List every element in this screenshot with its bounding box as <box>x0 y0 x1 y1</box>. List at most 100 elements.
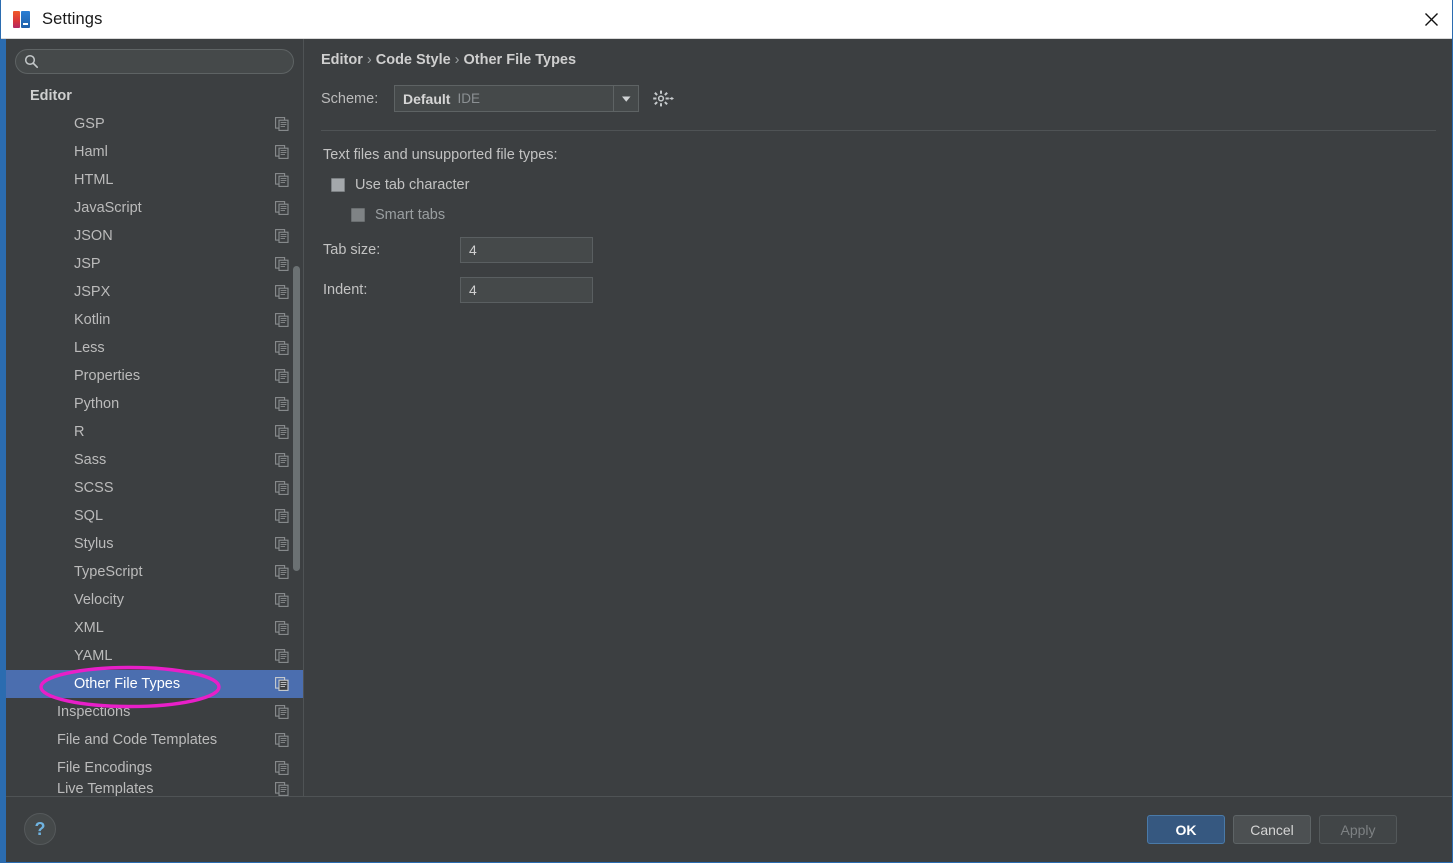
checkbox-label: Use tab character <box>355 177 470 193</box>
search-input[interactable] <box>39 51 293 72</box>
sidebar-item-python[interactable]: Python <box>6 390 303 418</box>
sidebar-item-properties[interactable]: Properties <box>6 362 303 390</box>
sidebar-item-jspx[interactable]: JSPX <box>6 278 303 306</box>
copy-scheme-icon[interactable] <box>275 677 289 691</box>
sidebar-item-label: Editor <box>30 88 72 104</box>
copy-scheme-icon[interactable] <box>275 425 289 439</box>
copy-scheme-icon[interactable] <box>275 593 289 607</box>
copy-scheme-icon[interactable] <box>275 229 289 243</box>
field-row: Tab size: <box>323 237 1452 263</box>
apply-button: Apply <box>1319 815 1397 844</box>
copy-scheme-icon[interactable] <box>275 453 289 467</box>
copy-scheme-icon[interactable] <box>275 313 289 327</box>
section-title: Text files and unsupported file types: <box>323 147 558 163</box>
copy-scheme-icon[interactable] <box>275 201 289 215</box>
sidebar-item-typescript[interactable]: TypeScript <box>6 558 303 586</box>
breadcrumb-separator: › <box>454 52 460 68</box>
sidebar-item-label: HTML <box>74 172 114 188</box>
sidebar-item-label: JSP <box>74 256 101 272</box>
scrollbar-thumb[interactable] <box>293 266 300 571</box>
copy-scheme-icon[interactable] <box>275 341 289 355</box>
checkbox-box <box>351 208 365 222</box>
scheme-value: Default <box>403 90 451 107</box>
copy-scheme-icon[interactable] <box>275 761 289 775</box>
copy-scheme-icon[interactable] <box>275 173 289 187</box>
sidebar-item-yaml[interactable]: YAML <box>6 642 303 670</box>
checkbox-box[interactable] <box>331 178 345 192</box>
sidebar-item-jsp[interactable]: JSP <box>6 250 303 278</box>
sidebar-item-other-file-types[interactable]: Other File Types <box>6 670 303 698</box>
sidebar-item-label: Stylus <box>74 536 114 552</box>
copy-scheme-icon[interactable] <box>275 145 289 159</box>
copy-scheme-icon[interactable] <box>275 397 289 411</box>
sidebar-item-stylus[interactable]: Stylus <box>6 530 303 558</box>
field-label: Indent: <box>323 282 368 298</box>
sidebar-item-label: Kotlin <box>74 312 111 328</box>
sidebar-item-label: JSPX <box>74 284 111 300</box>
copy-scheme-icon[interactable] <box>275 509 289 523</box>
window-title: Settings <box>42 9 103 28</box>
sidebar-item-editor[interactable]: Editor <box>6 82 303 110</box>
breadcrumb-item[interactable]: Other File Types <box>464 52 577 68</box>
scheme-scope: IDE <box>457 91 480 106</box>
sidebar-item-label: File Encodings <box>57 760 153 776</box>
copy-scheme-icon[interactable] <box>275 537 289 551</box>
copy-scheme-icon[interactable] <box>275 369 289 383</box>
help-label: ? <box>34 819 46 839</box>
breadcrumb-item[interactable]: Code Style <box>376 52 451 68</box>
field-group: Tab size: Indent: <box>304 237 1452 303</box>
copy-scheme-icon[interactable] <box>275 285 289 299</box>
sidebar-item-html[interactable]: HTML <box>6 166 303 194</box>
sidebar-item-velocity[interactable]: Velocity <box>6 586 303 614</box>
ok-button[interactable]: OK <box>1147 815 1225 844</box>
input-indent[interactable] <box>460 277 593 303</box>
sidebar-item-live-templates[interactable]: Live Templates <box>6 782 303 796</box>
sidebar-item-gsp[interactable]: GSP <box>6 110 303 138</box>
checkbox-use-tab-character[interactable]: Use tab character <box>331 177 1452 193</box>
dialog-buttons: OK Cancel Apply <box>1147 815 1397 844</box>
gear-icon[interactable] <box>653 89 675 109</box>
sidebar-item-r[interactable]: R <box>6 418 303 446</box>
copy-scheme-icon[interactable] <box>275 705 289 719</box>
help-icon[interactable]: ? <box>24 813 56 845</box>
scheme-combobox[interactable]: Default IDE <box>394 85 639 112</box>
input-tab-size[interactable] <box>460 237 593 263</box>
sidebar-item-xml[interactable]: XML <box>6 614 303 642</box>
sidebar-item-json[interactable]: JSON <box>6 222 303 250</box>
copy-scheme-icon[interactable] <box>275 565 289 579</box>
breadcrumb-item[interactable]: Editor <box>321 52 363 68</box>
copy-scheme-icon[interactable] <box>275 782 289 796</box>
sidebar-item-scss[interactable]: SCSS <box>6 474 303 502</box>
sidebar-item-label: Live Templates <box>57 782 154 796</box>
sidebar-item-file-encodings[interactable]: File Encodings <box>6 754 303 782</box>
dialog-footer: ? OK Cancel Apply <box>6 797 1452 862</box>
sidebar-item-haml[interactable]: Haml <box>6 138 303 166</box>
close-icon[interactable] <box>1408 0 1452 38</box>
sidebar-item-file-and-code-templates[interactable]: File and Code Templates <box>6 726 303 754</box>
copy-scheme-icon[interactable] <box>275 621 289 635</box>
copy-scheme-icon[interactable] <box>275 117 289 131</box>
search-box[interactable] <box>15 49 294 74</box>
sidebar-item-label: R <box>74 424 85 440</box>
section-divider <box>321 130 1436 131</box>
copy-scheme-icon[interactable] <box>275 481 289 495</box>
copy-scheme-icon[interactable] <box>275 257 289 271</box>
sidebar-item-label: File and Code Templates <box>57 732 218 748</box>
chevron-down-icon[interactable] <box>613 86 638 111</box>
cancel-button[interactable]: Cancel <box>1233 815 1311 844</box>
sidebar-item-less[interactable]: Less <box>6 334 303 362</box>
sidebar-scrollbar[interactable] <box>292 82 301 796</box>
sidebar-item-label: SCSS <box>74 480 114 496</box>
sidebar-item-label: XML <box>74 620 104 636</box>
title-bar: Settings <box>1 0 1452 39</box>
checkbox-group: Use tab character Smart tabs <box>304 177 1452 223</box>
sidebar-item-kotlin[interactable]: Kotlin <box>6 306 303 334</box>
sidebar-item-sass[interactable]: Sass <box>6 446 303 474</box>
sidebar-item-javascript[interactable]: JavaScript <box>6 194 303 222</box>
sidebar-item-sql[interactable]: SQL <box>6 502 303 530</box>
sidebar-item-label: Inspections <box>57 704 131 720</box>
sidebar-item-inspections[interactable]: Inspections <box>6 698 303 726</box>
sidebar-item-label: Sass <box>74 452 107 468</box>
copy-scheme-icon[interactable] <box>275 733 289 747</box>
copy-scheme-icon[interactable] <box>275 649 289 663</box>
